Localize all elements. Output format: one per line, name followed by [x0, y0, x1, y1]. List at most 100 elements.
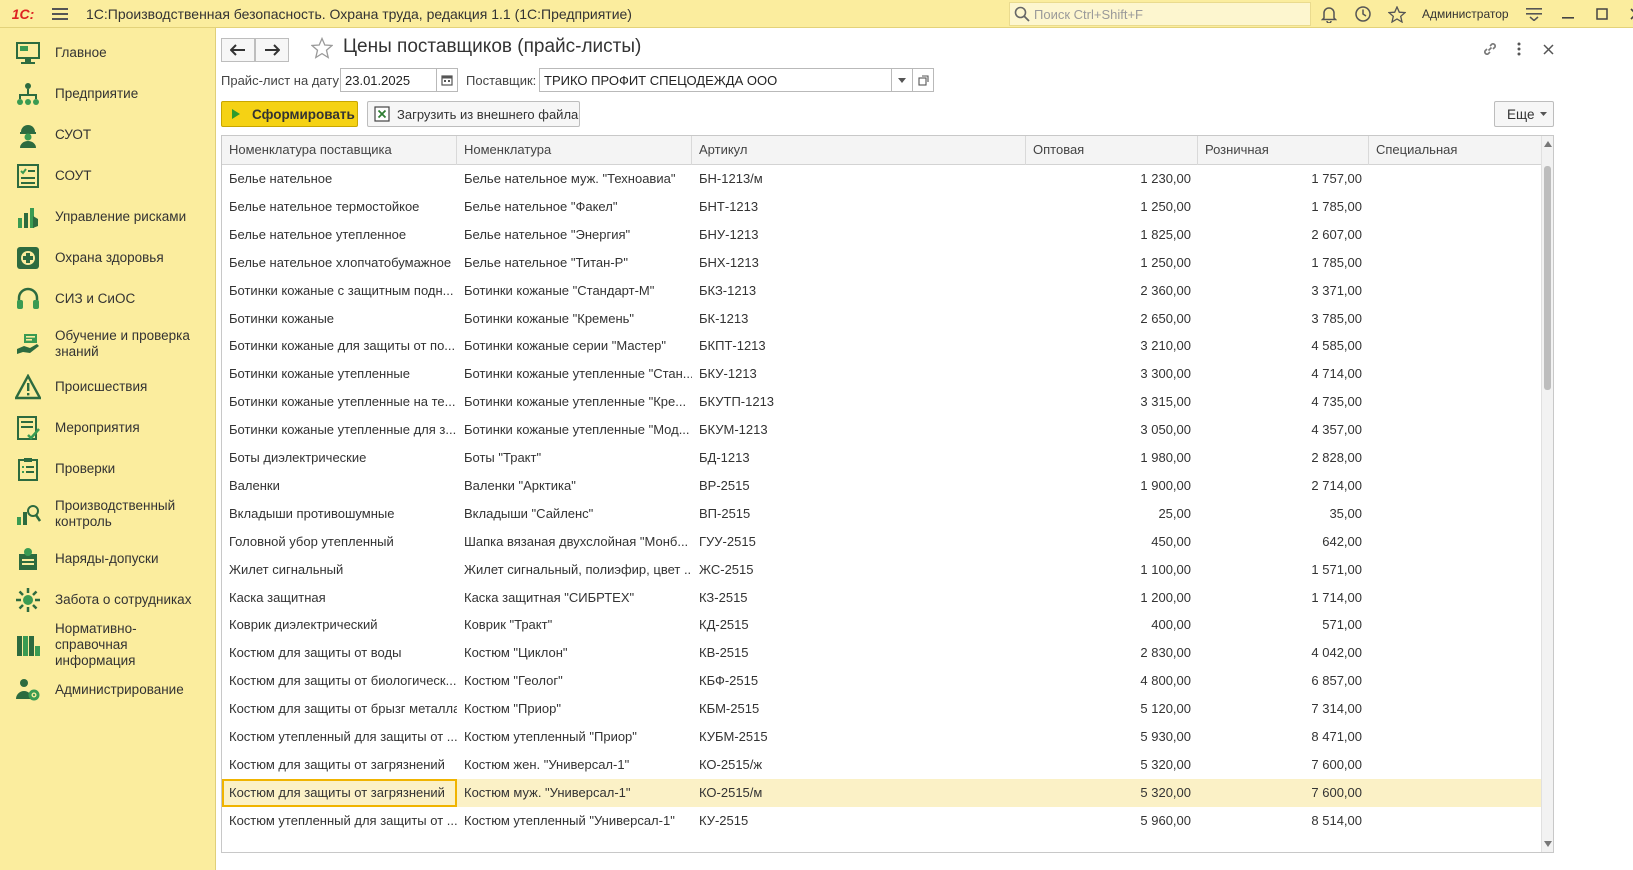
cell-article[interactable]: КБМ-2515: [692, 695, 1026, 723]
cell-item[interactable]: Костюм утепленный "Приор": [457, 723, 692, 751]
cell-item[interactable]: Ботинки кожаные "Кремень": [457, 305, 692, 333]
table-row[interactable]: Ботинки кожаные с защитным подн... Ботинк…: [222, 277, 1542, 305]
cell-retail[interactable]: 3 785,00: [1198, 305, 1369, 333]
cell-special[interactable]: [1369, 584, 1542, 612]
cell-wholesale[interactable]: 4 800,00: [1026, 667, 1198, 695]
cell-special[interactable]: [1369, 779, 1542, 807]
link-icon[interactable]: [1479, 38, 1501, 60]
cell-supplier-item[interactable]: Ботинки кожаные: [222, 305, 457, 333]
column-header-supplier-item[interactable]: Номенклатура поставщика: [222, 136, 457, 165]
cell-retail[interactable]: 4 714,00: [1198, 360, 1369, 388]
date-field[interactable]: 23.01.2025: [340, 68, 437, 92]
cell-item[interactable]: Ботинки кожаные серии "Мастер": [457, 332, 692, 360]
cell-wholesale[interactable]: 25,00: [1026, 500, 1198, 528]
scroll-down-arrow-icon[interactable]: [1544, 840, 1552, 848]
scroll-up-arrow-icon[interactable]: [1544, 140, 1552, 148]
column-header-wholesale[interactable]: Оптовая: [1026, 136, 1198, 165]
forward-button[interactable]: [255, 38, 289, 62]
sidebar-item-activities[interactable]: Мероприятия: [0, 411, 216, 445]
cell-article[interactable]: БКУМ-1213: [692, 416, 1026, 444]
cell-article[interactable]: КВ-2515: [692, 639, 1026, 667]
table-row[interactable]: Костюм для защиты от загрязнений Костюм м…: [222, 778, 1542, 807]
cell-article[interactable]: БКУ-1213: [692, 360, 1026, 388]
cell-wholesale[interactable]: 1 980,00: [1026, 444, 1198, 472]
table-row[interactable]: Белье нательное утепленное Белье нательно…: [222, 221, 1542, 249]
sidebar-item-suot[interactable]: СУОТ: [0, 118, 216, 152]
cell-article[interactable]: БК-1213: [692, 305, 1026, 333]
cell-retail[interactable]: 642,00: [1198, 528, 1369, 556]
minimize-icon[interactable]: [1551, 0, 1585, 28]
cell-special[interactable]: [1369, 472, 1542, 500]
cell-item[interactable]: Костюм жен. "Универсал-1": [457, 751, 692, 779]
column-header-article[interactable]: Артикул: [692, 136, 1026, 165]
cell-retail[interactable]: 1 785,00: [1198, 249, 1369, 277]
cell-article[interactable]: БНУ-1213: [692, 221, 1026, 249]
cell-retail[interactable]: 4 357,00: [1198, 416, 1369, 444]
cell-special[interactable]: [1369, 277, 1542, 305]
cell-article[interactable]: КЗ-2515: [692, 584, 1026, 612]
cell-article[interactable]: БД-1213: [692, 444, 1026, 472]
cell-supplier-item[interactable]: Белье нательное утепленное: [222, 221, 457, 249]
cell-article[interactable]: КБФ-2515: [692, 667, 1026, 695]
cell-supplier-item[interactable]: Каска защитная: [222, 584, 457, 612]
table-row[interactable]: Головной убор утепленный Шапка вязаная дв…: [222, 528, 1542, 556]
cell-item[interactable]: Костюм утепленный "Универсал-1": [457, 807, 692, 835]
cell-retail[interactable]: 8 514,00: [1198, 807, 1369, 835]
cell-retail[interactable]: 2 714,00: [1198, 472, 1369, 500]
cell-article[interactable]: ВП-2515: [692, 500, 1026, 528]
cell-item[interactable]: Белье нательное муж. "Техноавиа": [457, 165, 692, 193]
more-vertical-icon[interactable]: [1508, 38, 1530, 60]
notifications-bell-icon[interactable]: [1312, 0, 1346, 28]
table-row[interactable]: Белье нательное хлопчатобумажное Белье на…: [222, 249, 1542, 277]
table-row[interactable]: Ботинки кожаные для защиты от по... Ботин…: [222, 332, 1542, 360]
table-row[interactable]: Белье нательное термостойкое Белье натель…: [222, 193, 1542, 221]
cell-item[interactable]: Вкладыши "Сайленс": [457, 500, 692, 528]
scrollbar-thumb[interactable]: [1544, 166, 1551, 390]
cell-article[interactable]: БКЗ-1213: [692, 277, 1026, 305]
cell-supplier-item[interactable]: Костюм для защиты от биологическ...: [222, 667, 457, 695]
column-header-item[interactable]: Номенклатура: [457, 136, 692, 165]
cell-wholesale[interactable]: 1 250,00: [1026, 193, 1198, 221]
cell-wholesale[interactable]: 2 360,00: [1026, 277, 1198, 305]
user-name[interactable]: Администратор: [1414, 7, 1517, 21]
cell-special[interactable]: [1369, 360, 1542, 388]
favorites-star-icon[interactable]: [1380, 0, 1414, 28]
table-row[interactable]: Ботинки кожаные утепленные для з... Ботин…: [222, 416, 1542, 444]
cell-article[interactable]: БКУТП-1213: [692, 388, 1026, 416]
cell-special[interactable]: [1369, 249, 1542, 277]
cell-retail[interactable]: 4 735,00: [1198, 388, 1369, 416]
cell-special[interactable]: [1369, 528, 1542, 556]
sidebar-item-training[interactable]: Обучение и проверка знаний: [0, 323, 216, 365]
cell-item[interactable]: Каска защитная "СИБРТЕХ": [457, 584, 692, 612]
table-row[interactable]: Костюм для защиты от брызг металла Костюм…: [222, 695, 1542, 723]
cell-wholesale[interactable]: 1 230,00: [1026, 165, 1198, 193]
cell-wholesale[interactable]: 1 200,00: [1026, 584, 1198, 612]
cell-supplier-item[interactable]: Валенки: [222, 472, 457, 500]
cell-retail[interactable]: 571,00: [1198, 611, 1369, 639]
calendar-button[interactable]: [436, 68, 458, 92]
cell-special[interactable]: [1369, 444, 1542, 472]
cell-wholesale[interactable]: 3 315,00: [1026, 388, 1198, 416]
cell-retail[interactable]: 1 785,00: [1198, 193, 1369, 221]
cell-retail[interactable]: 7 600,00: [1198, 751, 1369, 779]
cell-wholesale[interactable]: 2 650,00: [1026, 305, 1198, 333]
cell-wholesale[interactable]: 3 050,00: [1026, 416, 1198, 444]
sidebar-item-ppe[interactable]: СИЗ и СиОС: [0, 282, 216, 316]
table-row[interactable]: Валенки Валенки "Арктика" ВР-2515 1 900,00 2…: [222, 472, 1542, 500]
cell-wholesale[interactable]: 1 825,00: [1026, 221, 1198, 249]
cell-wholesale[interactable]: 450,00: [1026, 528, 1198, 556]
cell-article[interactable]: ГУУ-2515: [692, 528, 1026, 556]
cell-supplier-item[interactable]: Вкладыши противошумные: [222, 500, 457, 528]
cell-supplier-item[interactable]: Костюм для защиты от брызг металла: [222, 695, 457, 723]
table-row[interactable]: Ботинки кожаные утепленные на те... Ботин…: [222, 388, 1542, 416]
cell-item[interactable]: Ботинки кожаные "Стандарт-М": [457, 277, 692, 305]
cell-wholesale[interactable]: 1 900,00: [1026, 472, 1198, 500]
cell-special[interactable]: [1369, 416, 1542, 444]
sidebar-item-reference-info[interactable]: Нормативно-справочная информация: [0, 621, 216, 668]
cell-item[interactable]: Костюм "Геолог": [457, 667, 692, 695]
sidebar-item-production-control[interactable]: Производственный контроль: [0, 493, 216, 535]
cell-supplier-item[interactable]: Белье нательное хлопчатобумажное: [222, 249, 457, 277]
cell-supplier-item[interactable]: Ботинки кожаные утепленные: [222, 360, 457, 388]
sidebar-item-risk-management[interactable]: Управление рисками: [0, 200, 216, 234]
cell-wholesale[interactable]: 400,00: [1026, 611, 1198, 639]
